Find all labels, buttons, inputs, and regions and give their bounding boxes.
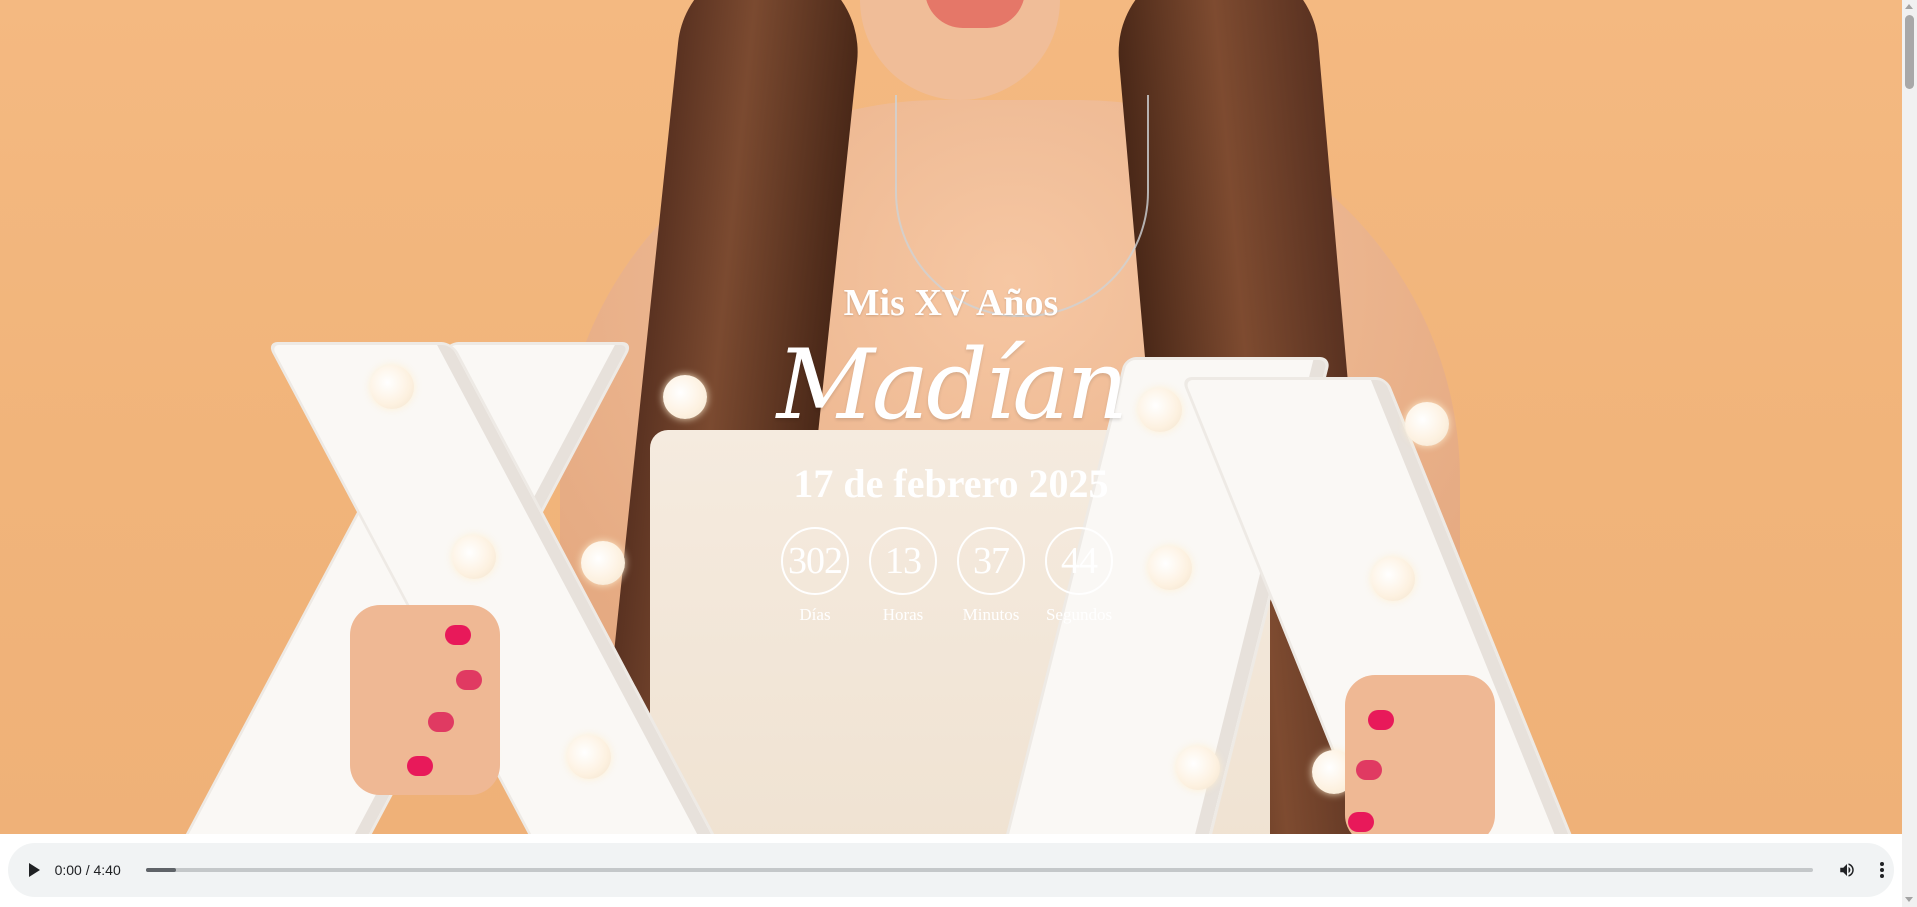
celebrant-name: Madían [776,329,1129,441]
countdown-hours-label: Horas [882,605,924,624]
page-scrollbar[interactable] [1902,0,1917,907]
audio-player: 0:00 / 4:40 [8,843,1894,897]
hero-overlay: Mis XV Años Madían 17 de febrero 2025 30… [0,0,1902,834]
scrollbar-thumb[interactable] [1905,15,1914,89]
countdown-days-value: 302 [781,527,849,595]
countdown-hours-value: 13 [869,527,937,595]
more-options-button[interactable] [1870,855,1894,885]
countdown-days: 302 Días [781,527,849,625]
page: Mis XV Años Madían 17 de febrero 2025 30… [0,0,1917,907]
play-icon [28,863,40,877]
countdown-seconds: 44 Segundos [1045,527,1113,625]
audio-section: 0:00 / 4:40 [0,834,1902,907]
play-button[interactable] [13,850,53,890]
countdown-seconds-label: Segundos [1045,605,1113,624]
audio-seek-bar[interactable] [145,868,1813,872]
countdown-hours: 13 Horas [869,527,937,625]
scroll-up-arrow-icon[interactable] [1905,4,1913,9]
event-date: 17 de febrero 2025 [793,461,1109,506]
audio-buffer-fill [145,868,176,872]
event-subtitle: Mis XV Años [843,282,1059,324]
countdown: 302 Días 13 Horas 37 Minutos 44 Segundos [781,527,1113,625]
countdown-minutes-value: 37 [957,527,1025,595]
countdown-minutes-label: Minutos [962,605,1020,624]
scroll-down-arrow-icon[interactable] [1905,897,1913,902]
volume-button[interactable] [1833,855,1863,885]
more-vertical-icon [1880,862,1885,878]
countdown-days-label: Días [799,605,831,624]
audio-time: 0:00 / 4:40 [54,862,121,878]
volume-icon [1840,863,1855,877]
countdown-seconds-value: 44 [1045,527,1113,595]
countdown-minutes: 37 Minutos [957,527,1025,625]
